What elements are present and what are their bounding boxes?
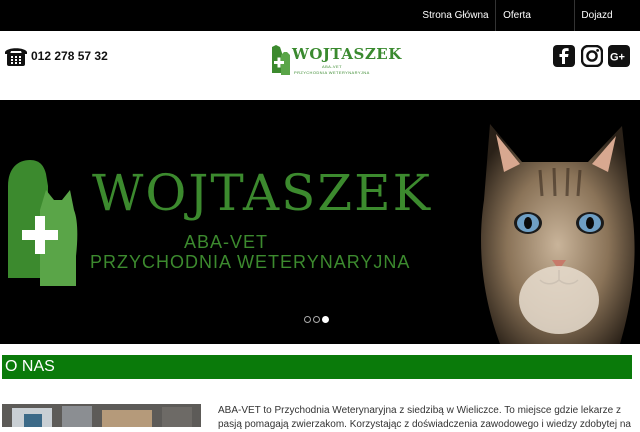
hero-subtitle-1: ABA-VET	[184, 232, 269, 252]
slider-dot-2[interactable]	[313, 316, 320, 323]
logo-subtitle-2: PRZYCHODNIA WETERYNARYJNA	[294, 70, 370, 75]
svg-text:G+: G+	[610, 52, 625, 64]
nav-offer-link[interactable]: Oferta	[495, 0, 538, 31]
slider-dot-1[interactable]	[304, 316, 311, 323]
nav-directions-link[interactable]: Dojazd	[574, 0, 619, 31]
facebook-icon[interactable]	[553, 45, 575, 67]
google-plus-icon[interactable]: G+	[608, 45, 630, 67]
logo-subtitle-1: ABA-VET	[322, 64, 342, 69]
about-text: ABA-VET to Przychodnia Weterynaryjna z s…	[218, 405, 631, 430]
nav-home-link[interactable]: Strona Główna	[418, 0, 493, 31]
slider-dot-3[interactable]	[322, 316, 329, 323]
cat-photo	[481, 124, 635, 344]
phone-number[interactable]: 012 278 57 32	[31, 49, 108, 63]
hero-subtitle-2: PRZYCHODNIA WETERYNARYJNA	[90, 252, 411, 272]
hero-slider[interactable]: WOJTASZEK ABA-VET PRZYCHODNIA WETERYNARY…	[0, 100, 640, 344]
clinic-photo	[2, 404, 201, 427]
site-header: 012 278 57 32 WOJTASZEK ABA-VET PRZYCHOD…	[0, 31, 640, 100]
logo-title: WOJTASZEK	[292, 45, 402, 63]
dog-cat-cross-icon	[8, 160, 78, 286]
instagram-icon[interactable]	[581, 45, 603, 67]
hero-title: WOJTASZEK	[92, 164, 432, 222]
logo-pet-icon	[272, 45, 290, 75]
about-heading: O NAS	[2, 355, 632, 379]
top-nav: Strona Główna Oferta Dojazd	[0, 0, 640, 31]
phone-icon	[5, 48, 27, 66]
site-logo[interactable]: WOJTASZEK ABA-VET PRZYCHODNIA WETERYNARY…	[270, 43, 401, 79]
